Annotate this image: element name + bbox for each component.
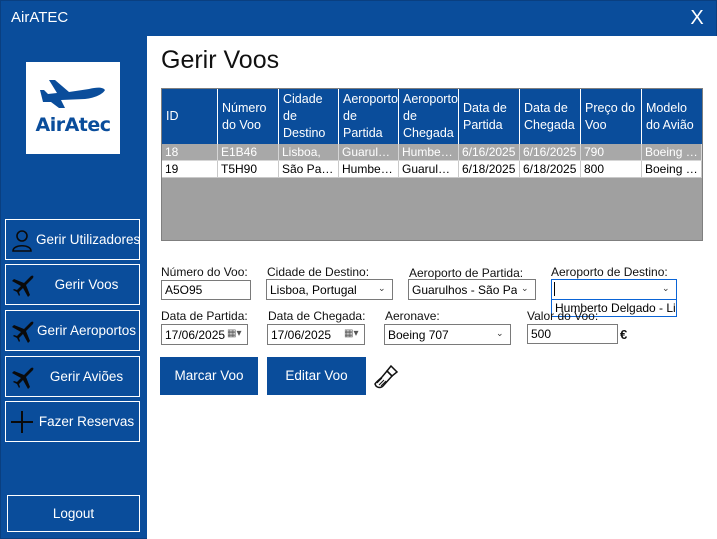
table-cell: Guarulhos bbox=[339, 144, 399, 161]
column-header[interactable]: Número do Voo bbox=[218, 89, 279, 144]
logo-text: AirAtec bbox=[35, 114, 111, 136]
select-value: Lisboa, Portugal bbox=[270, 283, 357, 297]
column-header[interactable]: Cidade de Destino bbox=[279, 89, 339, 144]
plus-icon bbox=[11, 411, 33, 433]
nav-gerir-utilizadores[interactable]: Gerir Utilizadores bbox=[5, 219, 140, 260]
table-cell: E1B46 bbox=[218, 144, 279, 161]
aeronave-select[interactable]: Boeing 707 ⌄ bbox=[384, 324, 511, 345]
table-cell: 18 bbox=[162, 144, 218, 161]
nav-label: Gerir Aeroportos bbox=[36, 323, 137, 338]
table-cell: Humbert... bbox=[339, 161, 399, 178]
editar-voo-button[interactable]: Editar Voo bbox=[267, 357, 366, 395]
table-cell: 6/16/2025 bbox=[459, 144, 520, 161]
data-partida-picker[interactable]: 17/06/2025 ▦▾ bbox=[161, 324, 248, 345]
table-cell: Lisboa, bbox=[279, 144, 339, 161]
chevron-down-icon: ⌄ bbox=[378, 283, 386, 293]
text-cursor bbox=[554, 282, 555, 296]
table-cell: T5H90 bbox=[218, 161, 279, 178]
table-cell: 800 bbox=[581, 161, 642, 178]
table-cell: 6/18/2025 bbox=[520, 161, 581, 178]
table-cell: Humbert... bbox=[399, 144, 459, 161]
column-header[interactable]: Aeroporto de Chegada bbox=[399, 89, 459, 144]
numero-voo-label: Número do Voo: bbox=[161, 265, 248, 279]
data-chegada-label: Data de Chegada: bbox=[268, 309, 366, 323]
valor-voo-label: Valor do Voo: bbox=[527, 309, 599, 323]
chevron-down-icon: ⌄ bbox=[521, 283, 529, 293]
table-cell: Boeing 7... bbox=[642, 144, 702, 161]
column-header[interactable]: Data de Partida bbox=[459, 89, 520, 144]
cidade-destino-select[interactable]: Lisboa, Portugal ⌄ bbox=[266, 279, 393, 300]
table-row[interactable]: 18 E1B46 Lisboa, Guarulhos Humbert... 6/… bbox=[162, 144, 702, 161]
calendar-icon[interactable]: ▦▾ bbox=[227, 328, 243, 342]
table-row[interactable]: 19 T5H90 São Paul... Humbert... Guarulho… bbox=[162, 161, 702, 178]
column-header[interactable]: Aeroporto de Partida bbox=[339, 89, 399, 144]
app-title: AirATEC bbox=[11, 9, 69, 26]
marcar-voo-button[interactable]: Marcar Voo bbox=[160, 357, 258, 395]
nav-label: Fazer Reservas bbox=[38, 414, 135, 429]
table-cell: São Paul... bbox=[279, 161, 339, 178]
airplane-icon bbox=[12, 367, 34, 389]
airplane-icon bbox=[12, 275, 34, 297]
currency-symbol: € bbox=[620, 327, 628, 342]
aeronave-label: Aeronave: bbox=[385, 309, 440, 323]
valor-voo-input[interactable] bbox=[527, 324, 618, 344]
close-button[interactable]: X bbox=[684, 5, 710, 31]
table-cell: 790 bbox=[581, 144, 642, 161]
table-cell: Guarulhos bbox=[399, 161, 459, 178]
nav-label: Gerir Voos bbox=[54, 277, 119, 292]
app-window: AirATEC X AirAtec Gerir Utilizadores Ger… bbox=[0, 0, 717, 539]
table-cell: 6/16/2025 bbox=[520, 144, 581, 161]
aeroporto-destino-select[interactable]: ⌄ bbox=[551, 279, 677, 300]
column-header[interactable]: ID bbox=[162, 89, 218, 144]
table-cell: Boeing 7... bbox=[642, 161, 702, 178]
numero-voo-input[interactable] bbox=[161, 280, 251, 300]
title-bar: AirATEC X bbox=[1, 1, 717, 35]
nav-fazer-reservas[interactable]: Fazer Reservas bbox=[5, 401, 140, 442]
nav-label: Gerir Aviões bbox=[49, 369, 124, 384]
calendar-icon[interactable]: ▦▾ bbox=[344, 328, 360, 342]
nav-gerir-voos[interactable]: Gerir Voos bbox=[5, 264, 140, 305]
airplane-icon bbox=[12, 321, 34, 343]
table-cell: 19 bbox=[162, 161, 218, 178]
cidade-destino-label: Cidade de Destino: bbox=[267, 265, 370, 279]
select-value: Guarulhos - São Paulo bbox=[412, 283, 517, 297]
table-cell: 6/18/2025 bbox=[459, 161, 520, 178]
aeroporto-destino-label: Aeroporto de Destino: bbox=[551, 265, 668, 279]
date-value: 17/06/2025 bbox=[165, 328, 225, 342]
main-panel: Gerir Voos ID Número do Voo Cidade de De… bbox=[147, 36, 717, 539]
logo: AirAtec bbox=[26, 62, 120, 154]
column-header[interactable]: Preço do Voo bbox=[581, 89, 642, 144]
column-header[interactable]: Data de Chegada bbox=[520, 89, 581, 144]
broom-icon[interactable] bbox=[373, 364, 399, 390]
nav-gerir-avioes[interactable]: Gerir Aviões bbox=[5, 356, 140, 397]
logout-button[interactable]: Logout bbox=[7, 495, 140, 532]
select-value: Boeing 707 bbox=[388, 328, 449, 342]
user-icon bbox=[12, 230, 32, 252]
data-chegada-picker[interactable]: 17/06/2025 ▦▾ bbox=[267, 324, 365, 345]
nav-gerir-aeroportos[interactable]: Gerir Aeroportos bbox=[5, 310, 140, 351]
aeroporto-partida-label: Aeroporto de Partida: bbox=[409, 266, 524, 280]
data-partida-label: Data de Partida: bbox=[161, 309, 248, 323]
flights-table[interactable]: ID Número do Voo Cidade de Destino Aerop… bbox=[161, 88, 703, 241]
page-title: Gerir Voos bbox=[161, 46, 280, 74]
aeroporto-partida-select[interactable]: Guarulhos - São Paulo ⌄ bbox=[408, 279, 536, 300]
date-value: 17/06/2025 bbox=[271, 328, 332, 342]
table-header: ID Número do Voo Cidade de Destino Aerop… bbox=[162, 89, 702, 144]
chevron-down-icon: ⌄ bbox=[496, 328, 504, 338]
airplane-logo-icon bbox=[40, 80, 105, 108]
column-header[interactable]: Modelo do Avião bbox=[642, 89, 702, 144]
nav-label: Gerir Utilizadores bbox=[36, 232, 141, 247]
chevron-down-icon: ⌄ bbox=[662, 283, 670, 293]
